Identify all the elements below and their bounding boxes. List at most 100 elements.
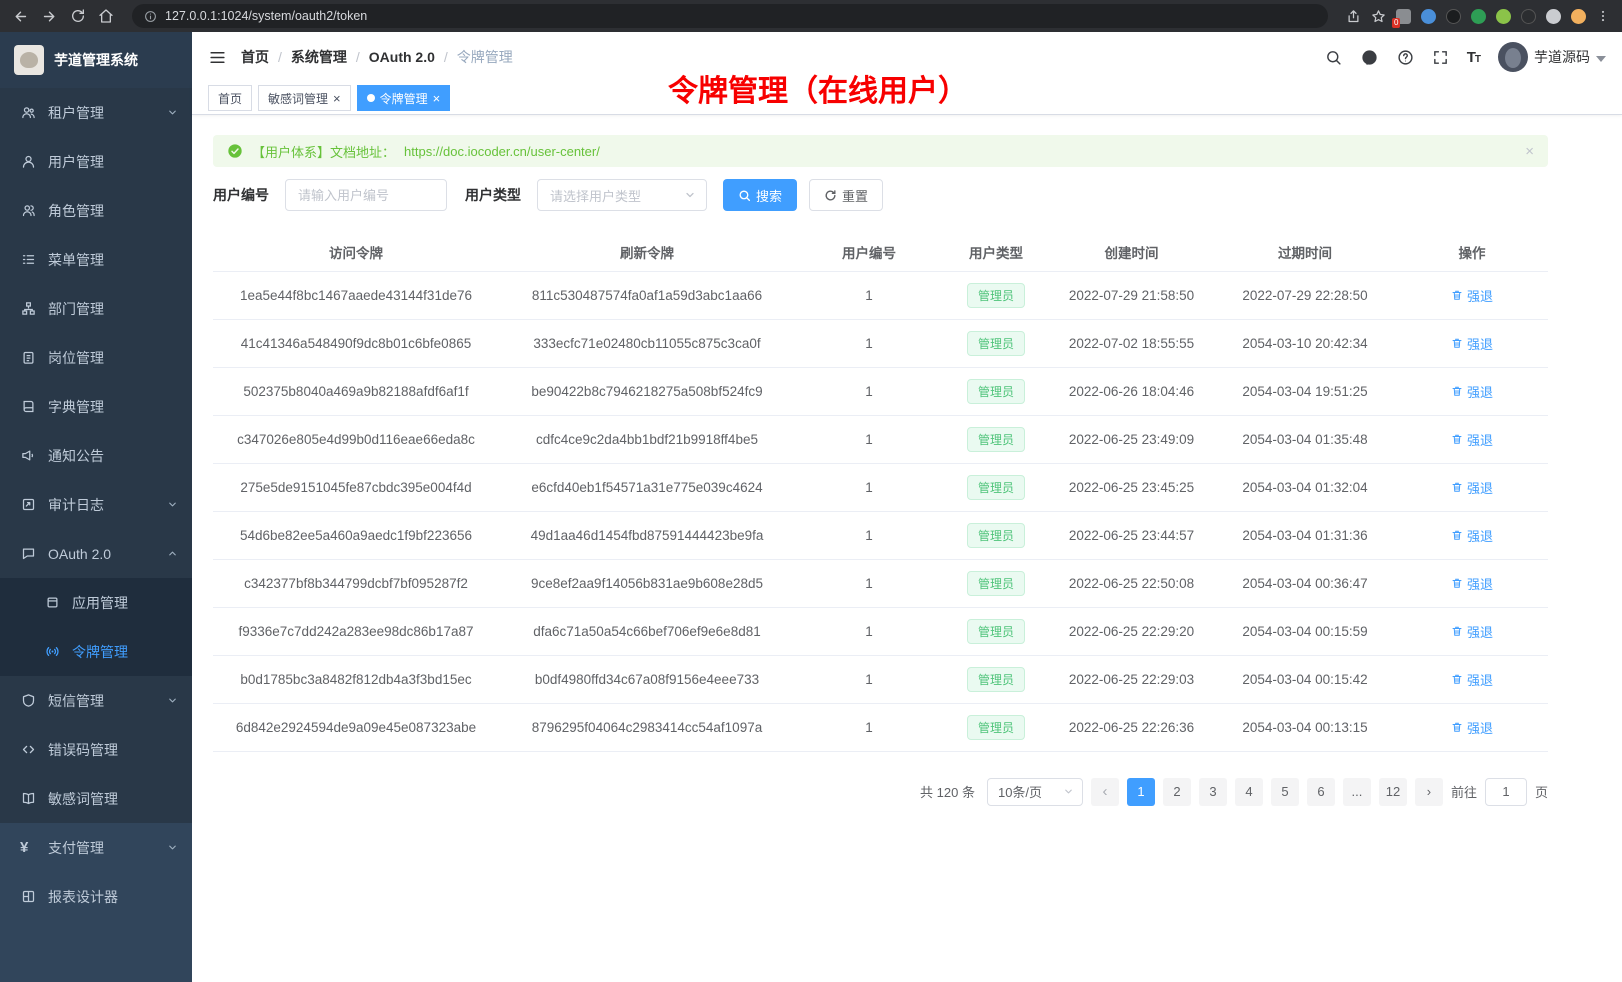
doc-link[interactable]: https://doc.iocoder.cn/user-center/ (404, 144, 600, 159)
sidebar-item-sensitive-words[interactable]: 敏感词管理 (0, 774, 192, 823)
sidebar-item-notice[interactable]: 通知公告 (0, 431, 192, 480)
sidebar-item-dict[interactable]: 字典管理 (0, 382, 192, 431)
sidebar-item-oauth-app[interactable]: 应用管理 (0, 578, 192, 627)
cell-refresh-token: dfa6c71a50a54c66bef706ef9e6e8d81 (499, 607, 795, 655)
extension-icon-6[interactable] (1521, 9, 1536, 24)
goto-page-input[interactable] (1485, 778, 1527, 806)
force-logout-button[interactable]: 强退 (1451, 478, 1493, 497)
page-button-4[interactable]: 4 (1235, 778, 1263, 806)
sidebar-item-report-designer[interactable]: 报表设计器 (0, 872, 192, 921)
sidebar-item-sms[interactable]: 短信管理 (0, 676, 192, 725)
user-type-badge: 管理员 (967, 331, 1025, 356)
sidebar-item-payment[interactable]: ¥ 支付管理 (0, 823, 192, 872)
page-button-1[interactable]: 1 (1127, 778, 1155, 806)
payment-icon: ¥ (20, 839, 36, 856)
bookmark-star-icon[interactable] (1371, 9, 1386, 24)
sidebar-item-user[interactable]: 用户管理 (0, 137, 192, 186)
user-menu[interactable]: 芋道源码 (1498, 42, 1606, 72)
sidebar-item-menu[interactable]: 菜单管理 (0, 235, 192, 284)
browser-forward-icon[interactable] (41, 8, 58, 25)
cell-access-token: 6d842e2924594de9a09e45e087323abe (213, 703, 499, 751)
cell-created-time: 2022-06-25 22:29:20 (1049, 607, 1214, 655)
force-logout-button[interactable]: 强退 (1451, 670, 1493, 689)
page-button-3[interactable]: 3 (1199, 778, 1227, 806)
force-logout-button[interactable]: 强退 (1451, 430, 1493, 449)
browser-home-icon[interactable] (98, 8, 114, 24)
page-button-6[interactable]: 6 (1307, 778, 1335, 806)
site-info-icon[interactable] (144, 10, 157, 23)
font-size-icon[interactable]: TT (1467, 49, 1480, 66)
extension-icon-5[interactable] (1496, 9, 1511, 24)
force-logout-button[interactable]: 强退 (1451, 526, 1493, 545)
breadcrumb-home[interactable]: 首页 (241, 47, 291, 67)
col-user-type: 用户类型 (943, 233, 1049, 271)
force-logout-button[interactable]: 强退 (1451, 718, 1493, 737)
extension-icon-1[interactable]: 0 (1396, 9, 1411, 24)
help-icon[interactable] (1397, 49, 1414, 66)
more-pages-button[interactable]: ... (1343, 778, 1371, 806)
page-size-select[interactable]: 10条/页 (987, 778, 1083, 806)
force-logout-button[interactable]: 强退 (1451, 382, 1493, 401)
alert-close-icon[interactable]: × (1525, 143, 1534, 160)
user-icon (20, 154, 36, 169)
force-logout-button[interactable]: 强退 (1451, 334, 1493, 353)
page-button-12[interactable]: 12 (1379, 778, 1407, 806)
sidebar-item-label: 岗位管理 (48, 348, 178, 368)
sidebar-item-dept[interactable]: 部门管理 (0, 284, 192, 333)
breadcrumb-oauth2[interactable]: OAuth 2.0 (369, 49, 457, 65)
extension-icon-7[interactable] (1546, 9, 1561, 24)
tab-home[interactable]: 首页 (208, 85, 252, 111)
sidebar-item-role[interactable]: 角色管理 (0, 186, 192, 235)
fullscreen-icon[interactable] (1432, 49, 1449, 66)
tab-token-management[interactable]: 令牌管理 × (357, 85, 451, 111)
sidebar-item-post[interactable]: 岗位管理 (0, 333, 192, 382)
cell-refresh-token: 9ce8ef2aa9f14056b831ae9b608e28d5 (499, 559, 795, 607)
cell-expire-time: 2054-03-04 01:32:04 (1214, 463, 1396, 511)
force-logout-button[interactable]: 强退 (1451, 574, 1493, 593)
page-button-5[interactable]: 5 (1271, 778, 1299, 806)
browser-menu-icon[interactable] (1596, 9, 1610, 23)
address-bar[interactable]: 127.0.0.1:1024/system/oauth2/token (132, 4, 1328, 28)
trash-icon (1451, 577, 1463, 589)
badge-icon (20, 350, 36, 365)
next-page-button[interactable]: › (1415, 778, 1443, 806)
close-icon[interactable]: × (333, 92, 341, 105)
sidebar-item-token[interactable]: 令牌管理 (0, 627, 192, 676)
force-logout-button[interactable]: 强退 (1451, 286, 1493, 305)
close-icon[interactable]: × (433, 92, 441, 105)
browser-back-icon[interactable] (12, 8, 29, 25)
extension-icon-3[interactable] (1446, 9, 1461, 24)
browser-refresh-icon[interactable] (70, 8, 86, 24)
breadcrumb-system[interactable]: 系统管理 (291, 47, 369, 67)
user-type-select[interactable]: 请选择用户类型 (537, 179, 707, 211)
cell-action: 强退 (1396, 703, 1548, 751)
tab-sensitive-words[interactable]: 敏感词管理 × (258, 85, 351, 111)
share-icon[interactable] (1346, 9, 1361, 24)
sidebar-item-oauth2[interactable]: OAuth 2.0 (0, 529, 192, 578)
user-id-input[interactable] (285, 179, 447, 211)
search-icon[interactable] (1325, 49, 1342, 66)
extension-icon-4[interactable] (1471, 9, 1486, 24)
reset-button[interactable]: 重置 (809, 179, 883, 211)
cell-created-time: 2022-06-25 22:50:08 (1049, 559, 1214, 607)
sidebar-item-audit-log[interactable]: 审计日志 (0, 480, 192, 529)
force-logout-button[interactable]: 强退 (1451, 622, 1493, 641)
cell-refresh-token: 333ecfc71e02480cb11055c875c3ca0f (499, 319, 795, 367)
page-button-2[interactable]: 2 (1163, 778, 1191, 806)
token-broadcast-icon (44, 644, 60, 659)
github-icon[interactable] (1360, 48, 1379, 67)
prev-page-button[interactable]: ‹ (1091, 778, 1119, 806)
cell-refresh-token: cdfc4ce9c2da4bb1bdf21b9918ff4be5 (499, 415, 795, 463)
user-type-badge: 管理员 (967, 475, 1025, 500)
hamburger-icon[interactable] (208, 48, 227, 67)
col-refresh-token: 刷新令牌 (499, 233, 795, 271)
profile-avatar-icon[interactable] (1571, 9, 1586, 24)
token-table: 访问令牌 刷新令牌 用户编号 用户类型 创建时间 过期时间 操作 1ea5e44… (213, 233, 1548, 752)
sidebar-item-tenant[interactable]: 租户管理 (0, 88, 192, 137)
sidebar-item-error-code[interactable]: 错误码管理 (0, 725, 192, 774)
extension-icon-2[interactable] (1421, 9, 1436, 24)
search-button[interactable]: 搜索 (723, 179, 797, 211)
sidebar-item-label: 敏感词管理 (48, 789, 178, 809)
cell-action: 强退 (1396, 463, 1548, 511)
cell-action: 强退 (1396, 415, 1548, 463)
